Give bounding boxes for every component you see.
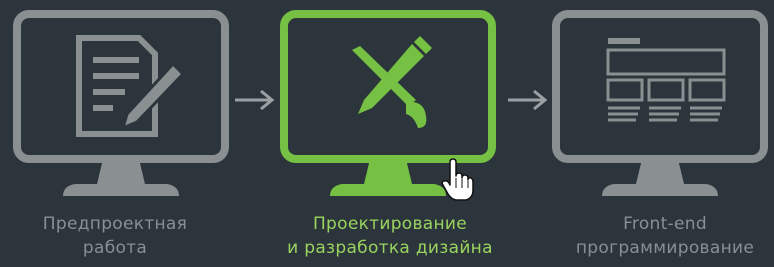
step-caption-pre-project: Предпроектная работа — [0, 212, 245, 260]
caption-line-1: Предпроектная — [42, 214, 188, 234]
monitor-icon — [552, 10, 768, 196]
hand-pointer-icon — [441, 158, 474, 201]
step-frontend[interactable] — [552, 10, 768, 205]
monitor-icon — [13, 10, 229, 196]
caption-line-2: работа — [82, 238, 148, 258]
process-diagram: Предпроектная работа Проектирование и ра… — [0, 0, 774, 267]
caption-line-2: программирование — [575, 238, 755, 258]
document-pen-icon — [76, 35, 186, 137]
arrow-right-icon — [235, 89, 275, 111]
step-caption-frontend: Front-end программирование — [535, 212, 774, 260]
caption-line-1: Проектирование — [312, 214, 468, 234]
caption-line-2: и разработка дизайна — [287, 238, 493, 258]
pencil-brush-icon — [352, 36, 432, 128]
step-pre-project[interactable] — [13, 10, 229, 205]
caption-line-1: Front-end — [623, 214, 707, 234]
step-caption-design: Проектирование и разработка дизайна — [260, 212, 520, 260]
wireframe-layout-icon — [606, 38, 726, 122]
arrow-right-icon — [508, 89, 548, 111]
